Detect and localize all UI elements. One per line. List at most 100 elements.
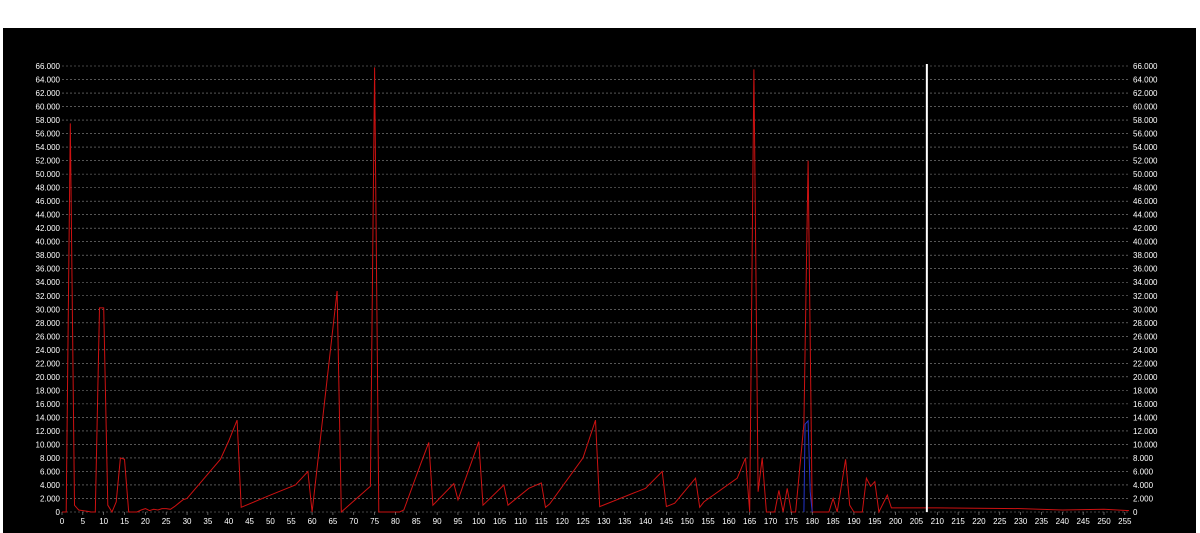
x-tick-label: 20 (141, 517, 150, 526)
x-tick-label: 160 (722, 517, 736, 526)
chart-area: 0 2.000 4.000 6.000 8.000 10.000 12.000 14.000 1… (3, 28, 1196, 533)
x-tick-label: 230 (1014, 517, 1028, 526)
y-tick-label-left: 22.000 (36, 359, 61, 368)
y-tick-label-right: 40.000 (1133, 238, 1158, 247)
x-tick-label: 200 (889, 517, 903, 526)
y-tick-label-left: 42.000 (36, 224, 61, 233)
x-tick-label: 165 (743, 517, 757, 526)
y-tick-label-right: 20.000 (1133, 373, 1158, 382)
y-tick-label-right: 62.000 (1133, 89, 1158, 98)
y-tick-label-right: 34.000 (1133, 278, 1158, 287)
y-tick-label-left: 66.000 (36, 62, 61, 71)
x-tick-label: 225 (993, 517, 1007, 526)
x-tick-label: 75 (370, 517, 379, 526)
y-tick-label-right: 48.000 (1133, 184, 1158, 193)
y-tick-label-right: 2.000 (1133, 494, 1154, 503)
x-ticks: 0 5 10 15 20 25 30 35 40 45 50 55 60 65 70 75 80 85 90 95 10… (60, 512, 1132, 526)
x-tick-label: 250 (1097, 517, 1111, 526)
y-tick-label-left: 16.000 (36, 400, 61, 409)
y-tick-label-left: 32.000 (36, 292, 61, 301)
y-tick-label-right: 12.000 (1133, 427, 1158, 436)
x-tick-label: 45 (245, 517, 254, 526)
x-tick-label: 60 (308, 517, 317, 526)
y-tick-label-right: 54.000 (1133, 143, 1158, 152)
y-tick-label-right: 18.000 (1133, 386, 1158, 395)
plot-svg: 0 2.000 4.000 6.000 8.000 10.000 12.000 14.000 1… (36, 62, 1158, 526)
y-tick-label-left: 30.000 (36, 305, 61, 314)
y-tick-label-right: 58.000 (1133, 116, 1158, 125)
x-tick-label: 235 (1035, 517, 1049, 526)
x-tick-label: 245 (1076, 517, 1090, 526)
y-tick-label-right: 14.000 (1133, 413, 1158, 422)
x-tick-label: 80 (391, 517, 400, 526)
y-tick-label-left: 38.000 (36, 251, 61, 260)
series-layer (62, 67, 1130, 514)
y-tick-label-right: 42.000 (1133, 224, 1158, 233)
x-tick-label: 40 (224, 517, 233, 526)
y-ticks-right: 0 2.000 4.000 6.000 8.000 10.000 12.000 14.000 1… (1133, 62, 1158, 517)
x-tick-label: 70 (349, 517, 358, 526)
y-tick-label-left: 10.000 (36, 440, 61, 449)
y-tick-label-right: 56.000 (1133, 130, 1158, 139)
y-tick-label-left: 6.000 (40, 467, 61, 476)
y-tick-label-left: 48.000 (36, 184, 61, 193)
y-tick-label-left: 8.000 (40, 454, 61, 463)
x-tick-label: 210 (931, 517, 945, 526)
y-tick-label-left: 2.000 (40, 494, 61, 503)
y-tick-label-right: 30.000 (1133, 305, 1158, 314)
x-tick-label: 140 (639, 517, 653, 526)
y-tick-label-right: 46.000 (1133, 197, 1158, 206)
y-tick-label-right: 28.000 (1133, 319, 1158, 328)
x-tick-label: 195 (868, 517, 882, 526)
y-tick-label-left: 24.000 (36, 346, 61, 355)
series-line-1 (62, 67, 1130, 514)
y-tick-label-right: 64.000 (1133, 76, 1158, 85)
x-tick-label: 100 (472, 517, 486, 526)
y-tick-label-left: 62.000 (36, 89, 61, 98)
y-tick-label-left: 4.000 (40, 481, 61, 490)
y-tick-label-right: 22.000 (1133, 359, 1158, 368)
x-tick-label: 205 (910, 517, 924, 526)
y-tick-label-left: 60.000 (36, 103, 61, 112)
x-tick-label: 255 (1118, 517, 1132, 526)
x-tick-label: 180 (806, 517, 820, 526)
y-tick-label-left: 56.000 (36, 130, 61, 139)
x-tick-label: 5 (81, 517, 86, 526)
y-tick-label-right: 24.000 (1133, 346, 1158, 355)
x-tick-label: 15 (120, 517, 129, 526)
y-tick-label-right: 66.000 (1133, 62, 1158, 71)
y-tick-label-left: 64.000 (36, 76, 61, 85)
y-tick-label-left: 44.000 (36, 211, 61, 220)
y-tick-label-right: 44.000 (1133, 211, 1158, 220)
y-tick-label-left: 58.000 (36, 116, 61, 125)
x-tick-label: 215 (951, 517, 965, 526)
y-tick-label-left: 36.000 (36, 265, 61, 274)
x-tick-label: 0 (60, 517, 65, 526)
y-tick-label-left: 52.000 (36, 157, 61, 166)
x-tick-label: 155 (701, 517, 715, 526)
x-tick-label: 120 (555, 517, 569, 526)
y-tick-label-right: 6.000 (1133, 467, 1154, 476)
x-tick-label: 35 (203, 517, 212, 526)
y-ticks-left: 0 2.000 4.000 6.000 8.000 10.000 12.000 14.000 1… (36, 62, 61, 517)
y-tick-label-right: 4.000 (1133, 481, 1154, 490)
y-tick-label-left: 26.000 (36, 332, 61, 341)
y-tick-label-left: 50.000 (36, 170, 61, 179)
x-tick-label: 110 (514, 517, 527, 526)
x-tick-label: 95 (454, 517, 463, 526)
top-strip (0, 0, 1200, 28)
x-tick-label: 190 (847, 517, 861, 526)
y-tick-label-left: 14.000 (36, 413, 61, 422)
x-tick-label: 105 (493, 517, 507, 526)
y-tick-label-right: 60.000 (1133, 103, 1158, 112)
x-tick-label: 55 (287, 517, 296, 526)
x-tick-label: 145 (660, 517, 674, 526)
y-tick-label-right: 26.000 (1133, 332, 1158, 341)
x-tick-label: 240 (1056, 517, 1070, 526)
x-tick-label: 185 (826, 517, 840, 526)
x-tick-label: 220 (972, 517, 986, 526)
x-tick-label: 25 (162, 517, 171, 526)
y-tick-label-right: 50.000 (1133, 170, 1158, 179)
y-tick-label-left: 46.000 (36, 197, 61, 206)
y-tick-label-left: 40.000 (36, 238, 61, 247)
